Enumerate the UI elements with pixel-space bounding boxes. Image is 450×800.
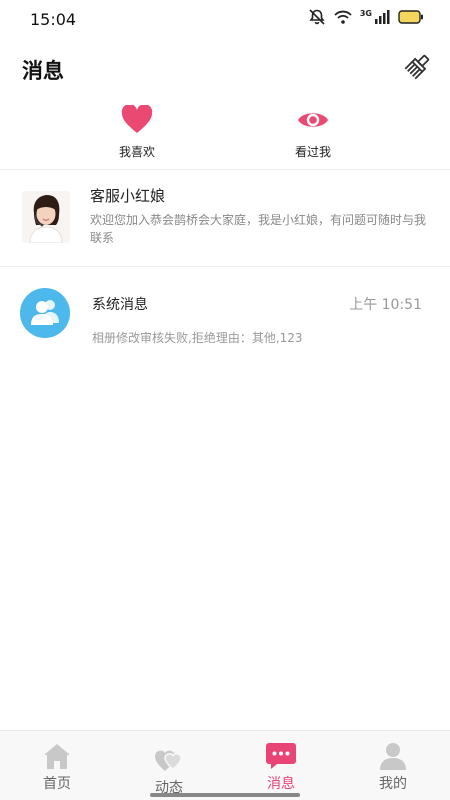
clear-messages-button[interactable] xyxy=(404,52,432,80)
tab-label: 消息 xyxy=(267,776,295,792)
bottom-tab-bar: 首页 动态 消息 我的 xyxy=(0,730,450,800)
status-bar: 15:04 3G xyxy=(0,0,450,40)
signal-icon xyxy=(374,10,390,24)
hearts-icon xyxy=(134,745,204,775)
network-type: 3G xyxy=(359,8,372,18)
quick-tab-label: 我喜欢 xyxy=(118,145,155,159)
message-preview: 相册修改审核失败,拒绝理由：其他,123 xyxy=(92,331,303,345)
status-time: 15:04 xyxy=(30,10,77,29)
chat-bubble-icon xyxy=(246,741,316,771)
system-user-icon xyxy=(30,297,60,329)
system-avatar xyxy=(20,288,70,338)
broom-icon xyxy=(404,54,432,84)
person-icon xyxy=(358,741,428,771)
message-item-customer-service[interactable]: 客服小红娘 欢迎您加入恭会鹊桥会大家庭，我是小红娘，有问题可随时与我联系 xyxy=(0,171,450,267)
quick-tabs: 我喜欢 看过我 xyxy=(0,100,450,170)
message-preview: 欢迎您加入恭会鹊桥会大家庭，我是小红娘，有问题可随时与我联系 xyxy=(90,213,427,245)
tab-label: 首页 xyxy=(43,776,71,792)
header: 消息 xyxy=(0,40,450,96)
tab-messages[interactable]: 消息 xyxy=(246,741,316,793)
status-icons: 3G xyxy=(308,9,424,25)
message-time: 上午 10:51 xyxy=(349,297,422,313)
tab-label: 我的 xyxy=(379,776,407,792)
home-indicator[interactable] xyxy=(150,793,300,797)
tab-profile[interactable]: 我的 xyxy=(358,741,428,793)
tab-feed[interactable]: 动态 xyxy=(134,745,204,797)
message-sender-name: 系统消息 xyxy=(92,297,148,313)
quick-tab-label: 看过我 xyxy=(294,145,331,159)
quick-tab-liked[interactable]: 我喜欢 xyxy=(97,104,177,160)
eye-icon xyxy=(273,104,353,136)
mute-icon xyxy=(308,9,326,25)
wifi-icon xyxy=(334,10,352,24)
message-item-system[interactable]: 系统消息 上午 10:51 相册修改审核失败,拒绝理由：其他,123 xyxy=(0,268,450,358)
heart-icon xyxy=(97,104,177,136)
battery-icon xyxy=(398,10,424,24)
quick-tab-viewed-me[interactable]: 看过我 xyxy=(273,104,353,160)
customer-service-avatar xyxy=(22,191,70,243)
page-title: 消息 xyxy=(22,59,64,83)
tab-home[interactable]: 首页 xyxy=(22,741,92,793)
home-icon xyxy=(22,741,92,771)
message-sender-name: 客服小红娘 xyxy=(90,187,166,205)
